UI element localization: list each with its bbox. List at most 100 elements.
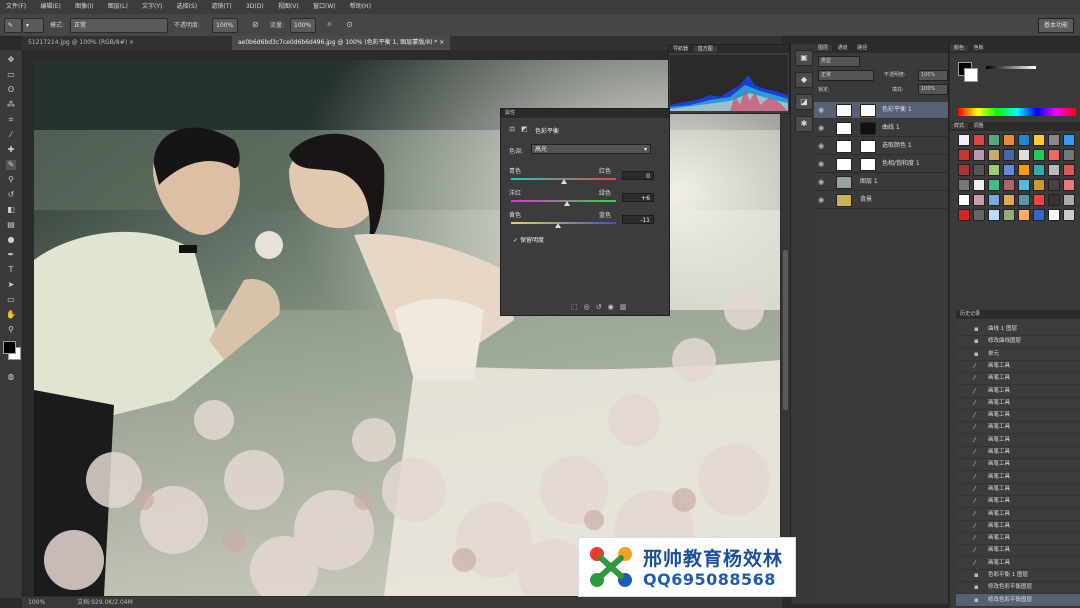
style-swatch[interactable] [973,164,985,176]
hand-tool-icon[interactable]: ✋ [6,310,16,320]
cyan-red-input[interactable]: 0 [622,171,654,180]
style-swatch[interactable] [988,134,1000,146]
style-swatch[interactable] [1018,164,1030,176]
menu-edit[interactable]: 编辑(E) [34,0,66,14]
layer-thumbnail[interactable] [836,140,852,153]
mask-icon[interactable]: ◩ [521,125,528,133]
style-swatch[interactable] [973,179,985,191]
menu-window[interactable]: 窗口(W) [307,0,342,14]
layer-kind-filter[interactable]: 类型 [818,56,860,67]
tab-adjustments[interactable]: 调整 [970,123,988,129]
clip-to-layer-icon[interactable]: ⬚ [571,303,584,311]
style-swatch[interactable] [1063,194,1075,206]
menu-filter[interactable]: 滤镜(T) [205,0,237,14]
history-item[interactable]: ▪ 色彩平衡 1 图层 [956,569,1080,582]
preserve-luminosity[interactable]: ✓ 保留明度 [513,235,544,244]
history-item[interactable]: ⁄ 画笔工具 [956,495,1080,509]
tab-paths[interactable]: 路径 [853,45,871,51]
tab-color[interactable]: 颜色 [950,45,969,51]
history-item[interactable]: ⁄ 画笔工具 [956,360,1080,373]
style-swatch[interactable] [1033,134,1045,146]
layer-thumbnail[interactable] [836,104,852,117]
navigator-panel-icon[interactable]: ◆ [795,72,813,88]
color-spectrum[interactable] [958,108,1076,116]
history-item[interactable]: ⁄ 画笔工具 [956,557,1080,570]
style-swatch[interactable] [958,134,970,146]
visibility-eye-icon[interactable]: ◉ [818,156,828,172]
magenta-green-input[interactable]: +6 [622,193,654,202]
view-previous-icon[interactable]: ◎ [584,303,596,311]
menu-image[interactable]: 图像(I) [69,0,99,14]
style-swatch[interactable] [1063,179,1075,191]
tab-styles[interactable]: 样式 [950,123,969,129]
move-tool-icon[interactable]: ✥ [6,55,16,65]
style-swatch[interactable] [1033,194,1045,206]
airbrush-icon[interactable]: ✧ [326,20,333,29]
style-swatch[interactable] [1033,164,1045,176]
opacity-input[interactable]: 100% [212,18,238,33]
history-item[interactable]: ▪ 单元 [956,348,1080,361]
yellow-blue-thumb[interactable] [555,223,562,228]
zoom-level[interactable]: 100% [28,599,45,606]
visibility-eye-icon[interactable]: ◉ [818,174,828,190]
visibility-eye-icon[interactable]: ◉ [818,102,828,118]
history-item[interactable]: ⁄ 画笔工具 [956,372,1080,386]
style-swatch[interactable] [1018,179,1030,191]
style-swatch[interactable] [973,194,985,206]
style-swatch[interactable] [1003,179,1015,191]
tab-layers[interactable]: 图层 [814,45,833,51]
history-item[interactable]: ⁄ 画笔工具 [956,544,1080,558]
style-swatch[interactable] [988,179,1000,191]
style-swatch[interactable] [1048,179,1060,191]
history-item[interactable]: ⁄ 画笔工具 [956,409,1080,423]
healing-brush-icon[interactable]: ✚ [6,145,16,155]
workspace-button[interactable]: 基本功能 [1038,18,1074,33]
layer-row[interactable]: ◉ 图层 1 [814,174,948,191]
brush-tool-icon-2[interactable]: ✎ [6,160,16,170]
reset-icon[interactable]: ↺ [596,303,608,311]
history-item[interactable]: ⁄ 画笔工具 [956,421,1080,435]
style-swatch[interactable] [1003,134,1015,146]
style-swatch[interactable] [973,134,985,146]
eyedropper-icon[interactable]: ⁄ [6,130,16,140]
style-swatch[interactable] [1018,149,1030,161]
layer-thumbnail[interactable] [836,158,852,171]
tone-select[interactable]: 高光 ▾ [531,144,651,154]
layer-row[interactable]: ◉ 色彩平衡 1 [814,102,948,119]
style-swatch[interactable] [1048,164,1060,176]
style-swatch[interactable] [958,179,970,191]
layer-opacity-input[interactable]: 100% [918,70,948,81]
style-swatch[interactable] [1063,134,1075,146]
layer-thumbnail[interactable] [836,176,852,189]
history-panel-icon[interactable]: ▣ [795,50,813,66]
layer-thumbnail[interactable] [836,194,852,207]
history-item[interactable]: ⁄ 画笔工具 [956,385,1080,398]
history-tab[interactable]: 历史记录 [956,310,1080,319]
history-item[interactable]: ⁄ 画笔工具 [956,532,1080,546]
layer-mask-thumbnail[interactable] [860,140,876,153]
style-swatch[interactable] [958,149,970,161]
yellow-blue-input[interactable]: -11 [622,215,654,224]
style-swatch[interactable] [973,209,985,221]
menu-help[interactable]: 帮助(H) [344,0,377,14]
menu-select[interactable]: 选择(S) [171,0,204,14]
brush-tool-icon[interactable]: ✎ [4,18,22,33]
history-item[interactable]: ▪ 曲线 1 图层 [956,323,1080,336]
foreground-color[interactable] [3,341,16,354]
tab-swatches[interactable]: 色板 [970,45,988,51]
style-swatch[interactable] [1048,194,1060,206]
style-swatch[interactable] [958,194,970,206]
properties-panel-icon[interactable]: ◪ [795,94,813,110]
history-item[interactable]: ⁄ 画笔工具 [956,471,1080,484]
history-item[interactable]: ⁄ 画笔工具 [956,446,1080,459]
style-swatch[interactable] [1018,134,1030,146]
quick-mask-icon[interactable]: ◍ [6,372,16,382]
flow-input[interactable]: 100% [290,18,316,33]
history-item[interactable]: ⁄ 画笔工具 [956,397,1080,410]
tab-document-2[interactable]: ae0b6d6bd3c7ce0d6b6d496.jpg @ 100% (色彩平衡… [232,36,451,50]
style-swatch[interactable] [1018,209,1030,221]
path-select-icon[interactable]: ➤ [6,280,16,290]
menu-view[interactable]: 视图(V) [272,0,305,14]
layer-row[interactable]: ◉ 曲线 1 [814,120,948,137]
pressure-opacity-icon[interactable]: ⊘ [252,20,259,29]
